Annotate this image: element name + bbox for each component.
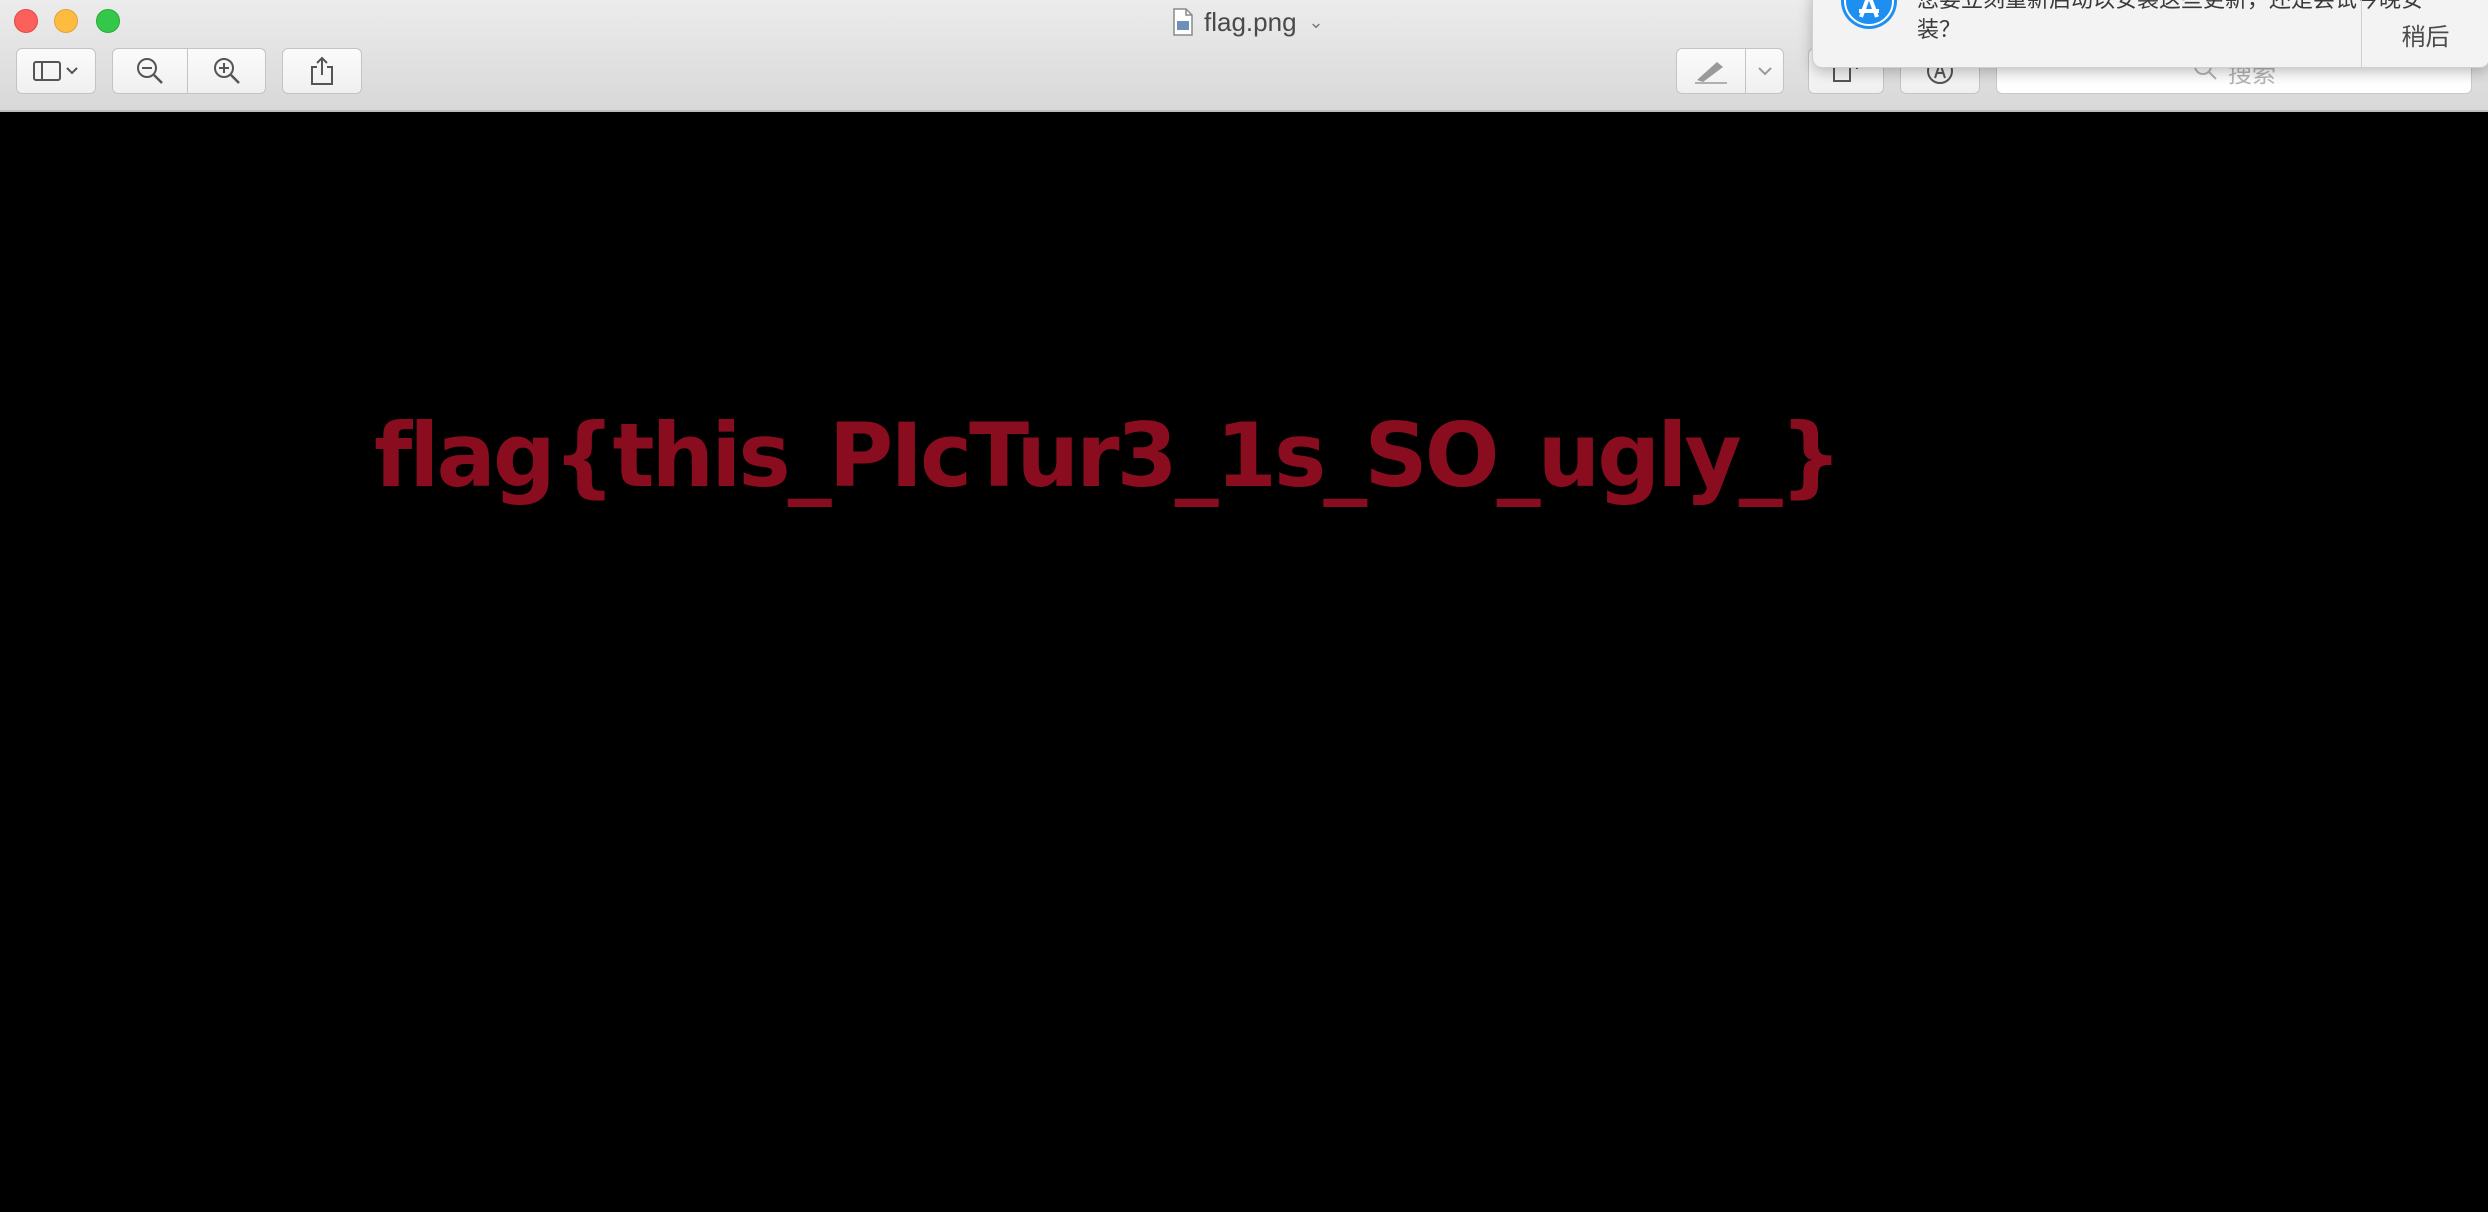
zoom-in-icon	[212, 56, 242, 86]
close-window-button[interactable]	[14, 9, 38, 33]
chevron-down-icon	[1757, 65, 1773, 77]
pen-icon	[1693, 58, 1729, 84]
zoom-out-button[interactable]	[112, 48, 188, 94]
png-document-icon	[1172, 8, 1194, 36]
share-icon	[309, 56, 335, 86]
minimize-window-button[interactable]	[54, 9, 78, 33]
zoom-out-icon	[135, 56, 165, 86]
chevron-down-icon[interactable]: ⌄	[1309, 12, 1324, 33]
maximize-window-button[interactable]	[96, 9, 120, 33]
app-store-icon	[1841, 0, 1897, 31]
zoom-in-button[interactable]	[188, 48, 266, 94]
share-button[interactable]	[282, 48, 362, 94]
image-canvas: flag{this_PIcTur3_1s_SO_ugly_}	[0, 112, 2488, 1212]
window-title-text: flag.png	[1204, 6, 1297, 37]
markup-button[interactable]	[1676, 48, 1746, 94]
window-title[interactable]: flag.png ⌄	[1172, 4, 1324, 40]
sidebar-icon	[32, 59, 80, 83]
update-notification[interactable]: 您要立刻重新启动以安装这些更新，还是尝试今晚安装？ 稍后	[1812, 0, 2488, 68]
markup-dropdown-button[interactable]	[1746, 48, 1784, 94]
later-button[interactable]: 稍后	[2361, 0, 2488, 67]
sidebar-toggle-button[interactable]	[16, 48, 96, 94]
flag-text: flag{this_PIcTur3_1s_SO_ugly_}	[374, 404, 1842, 507]
preview-window: flag.png ⌄ 搜索 装？ 稍后 flag{this_PIcTur3_1s…	[0, 0, 2488, 1212]
